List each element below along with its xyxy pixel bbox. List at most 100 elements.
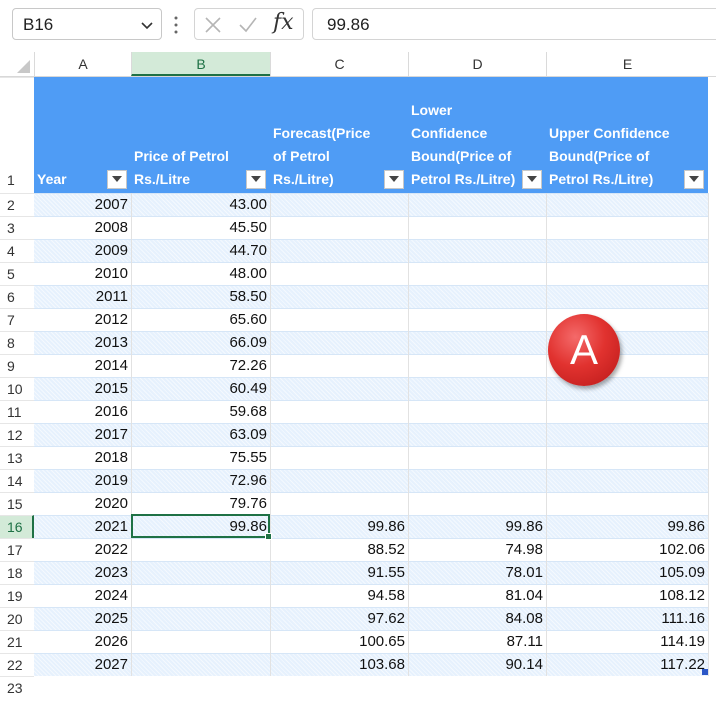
header-cell-upper-bound[interactable]: Upper Confidence Bound(Price of Petrol R… [546,77,708,193]
forecast-cell[interactable] [270,217,408,239]
row-header-17[interactable]: 17 [0,538,34,561]
forecast-cell[interactable] [270,286,408,308]
price-cell[interactable]: 65.60 [131,309,270,331]
price-cell[interactable] [131,585,270,607]
lower-bound-cell[interactable] [408,401,546,423]
upper-bound-cell[interactable] [546,401,708,423]
year-cell[interactable]: 2021 [34,516,131,538]
price-cell[interactable]: 79.76 [131,493,270,515]
enter-check-icon[interactable] [238,16,258,34]
year-cell[interactable]: 2019 [34,470,131,492]
forecast-cell[interactable] [270,447,408,469]
upper-bound-cell[interactable]: 102.06 [546,539,708,561]
year-cell[interactable]: 2009 [34,240,131,262]
forecast-cell[interactable]: 103.68 [270,654,408,676]
row-header-5[interactable]: 5 [0,262,34,285]
year-cell[interactable]: 2024 [34,585,131,607]
upper-bound-cell[interactable] [546,286,708,308]
lower-bound-cell[interactable] [408,470,546,492]
forecast-cell[interactable] [270,240,408,262]
row-header-21[interactable]: 21 [0,630,34,653]
upper-bound-cell[interactable] [546,217,708,239]
price-cell[interactable]: 72.26 [131,355,270,377]
forecast-cell[interactable] [270,424,408,446]
row-header-22[interactable]: 22 [0,653,34,676]
row-header-16[interactable]: 16 [0,515,34,538]
forecast-cell[interactable]: 94.58 [270,585,408,607]
lower-bound-cell[interactable] [408,332,546,354]
forecast-cell[interactable] [270,401,408,423]
row-header-19[interactable]: 19 [0,584,34,607]
lower-bound-cell[interactable] [408,286,546,308]
upper-bound-cell[interactable] [546,424,708,446]
formula-input[interactable]: 99.86 [312,8,716,40]
upper-bound-cell[interactable]: 117.22 [546,654,708,676]
row-header-8[interactable]: 8 [0,331,34,354]
forecast-cell[interactable]: 88.52 [270,539,408,561]
forecast-cell[interactable] [270,355,408,377]
year-cell[interactable]: 2025 [34,608,131,630]
year-cell[interactable]: 2013 [34,332,131,354]
forecast-cell[interactable] [270,493,408,515]
filter-dropdown-icon[interactable] [522,170,542,189]
forecast-cell[interactable] [270,309,408,331]
year-cell[interactable]: 2007 [34,194,131,216]
lower-bound-cell[interactable] [408,263,546,285]
price-cell[interactable]: 63.09 [131,424,270,446]
forecast-cell[interactable] [270,332,408,354]
forecast-cell[interactable] [270,194,408,216]
forecast-cell[interactable] [270,378,408,400]
price-cell[interactable] [131,608,270,630]
row-header-1[interactable]: 1 [0,77,34,193]
lower-bound-cell[interactable]: 84.08 [408,608,546,630]
row-header-9[interactable]: 9 [0,354,34,377]
lower-bound-cell[interactable]: 81.04 [408,585,546,607]
row-header-15[interactable]: 15 [0,492,34,515]
year-cell[interactable]: 2017 [34,424,131,446]
upper-bound-cell[interactable]: 114.19 [546,631,708,653]
year-cell[interactable]: 2018 [34,447,131,469]
row-header-11[interactable]: 11 [0,400,34,423]
column-header-b[interactable]: B [131,52,270,76]
price-cell[interactable] [131,631,270,653]
row-header-7[interactable]: 7 [0,308,34,331]
row-header-20[interactable]: 20 [0,607,34,630]
price-cell[interactable]: 58.50 [131,286,270,308]
lower-bound-cell[interactable] [408,217,546,239]
insert-function-icon[interactable]: fx [273,10,294,35]
row-header-3[interactable]: 3 [0,216,34,239]
filter-dropdown-icon[interactable] [246,170,266,189]
price-cell[interactable] [131,562,270,584]
filter-dropdown-icon[interactable] [384,170,404,189]
header-cell-year[interactable]: Year [34,77,131,193]
year-cell[interactable]: 2016 [34,401,131,423]
price-cell[interactable]: 43.00 [131,194,270,216]
lower-bound-cell[interactable]: 87.11 [408,631,546,653]
row-header-12[interactable]: 12 [0,423,34,446]
row-header-10[interactable]: 10 [0,377,34,400]
price-cell[interactable]: 44.70 [131,240,270,262]
header-cell-forecast[interactable]: Forecast(Price of Petrol Rs./Litre) [270,77,408,193]
row-header-4[interactable]: 4 [0,239,34,262]
upper-bound-cell[interactable] [546,240,708,262]
name-box[interactable]: B16 [12,8,162,40]
lower-bound-cell[interactable] [408,378,546,400]
upper-bound-cell[interactable]: 108.12 [546,585,708,607]
price-cell[interactable]: 45.50 [131,217,270,239]
year-cell[interactable]: 2022 [34,539,131,561]
year-cell[interactable]: 2020 [34,493,131,515]
forecast-cell[interactable]: 91.55 [270,562,408,584]
forecast-cell[interactable] [270,263,408,285]
lower-bound-cell[interactable] [408,194,546,216]
column-header-e[interactable]: E [546,52,708,76]
lower-bound-cell[interactable] [408,447,546,469]
column-header-c[interactable]: C [270,52,408,76]
price-cell[interactable]: 60.49 [131,378,270,400]
price-cell[interactable]: 75.55 [131,447,270,469]
filter-dropdown-icon[interactable] [107,170,127,189]
price-cell[interactable]: 59.68 [131,401,270,423]
column-header-d[interactable]: D [408,52,546,76]
upper-bound-cell[interactable]: 105.09 [546,562,708,584]
year-cell[interactable]: 2008 [34,217,131,239]
year-cell[interactable]: 2014 [34,355,131,377]
